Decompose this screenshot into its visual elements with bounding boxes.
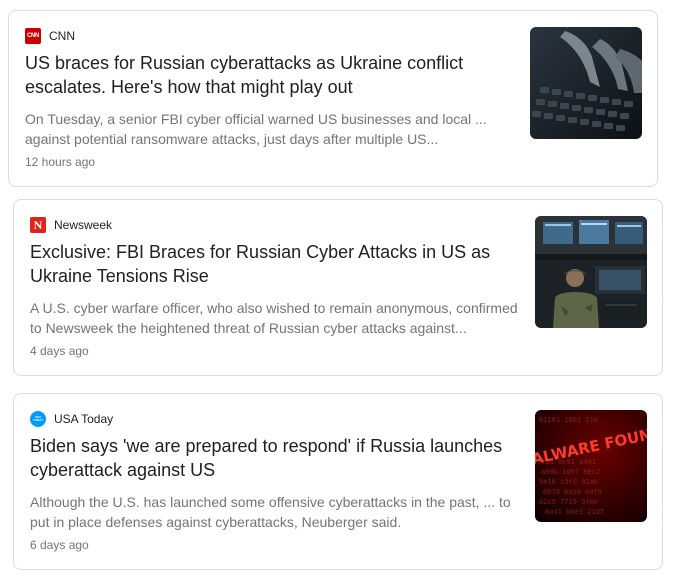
- cnn-logo-icon: CNN: [25, 28, 41, 44]
- cyber-officer-image: [535, 216, 647, 328]
- news-card-cnn[interactable]: CNN CNN US braces for Russian cyberattac…: [8, 10, 658, 187]
- article-snippet: A U.S. cyber warfare officer, who also w…: [30, 298, 518, 338]
- svg-text:a93b 1d07 88c2: a93b 1d07 88c2: [541, 468, 600, 476]
- newsweek-logo-icon: N: [30, 217, 46, 233]
- cnn-logo-text: CNN: [26, 33, 40, 39]
- news-source: USA TODAY USA Today: [30, 411, 113, 427]
- news-source: CNN CNN: [25, 28, 75, 44]
- snippet-line: to Newsweek the heightened threat of Rus…: [30, 320, 467, 336]
- news-card-usa-today[interactable]: USA TODAY USA Today Biden says 'we are p…: [13, 393, 663, 570]
- article-snippet: On Tuesday, a senior FBI cyber official …: [25, 109, 487, 149]
- source-name: USA Today: [54, 412, 114, 426]
- source-name: Newsweek: [54, 218, 113, 232]
- article-timestamp: 12 hours ago: [25, 155, 96, 169]
- svg-text:8a41 b6e3 21d7: 8a41 b6e3 21d7: [545, 508, 604, 516]
- article-snippet: Although the U.S. has launched some offe…: [30, 492, 511, 532]
- headline-line: Exclusive: FBI Braces for Russian Cyber …: [30, 242, 491, 262]
- headline-line: cyberattack against US: [30, 460, 216, 480]
- headline-line: US braces for Russian cyberattacks as Uk…: [25, 53, 464, 73]
- snippet-line: On Tuesday, a senior FBI cyber official …: [25, 111, 487, 127]
- article-thumbnail[interactable]: 01101 1001 110 7f2a 0c91 44e1 a93b 1d07 …: [535, 410, 647, 522]
- svg-text:5e16 c3f0 92ab: 5e16 c3f0 92ab: [539, 478, 598, 486]
- article-timestamp: 6 days ago: [30, 538, 89, 552]
- headline-line: Ukraine Tensions Rise: [30, 266, 209, 286]
- news-source: N Newsweek: [30, 217, 112, 233]
- headline-line: escalates. Here's how that might play ou…: [25, 77, 353, 97]
- snippet-line: put in place defenses against cyberattac…: [30, 514, 402, 530]
- article-thumbnail[interactable]: [535, 216, 647, 328]
- article-headline[interactable]: Exclusive: FBI Braces for Russian Cyber …: [30, 240, 490, 288]
- headline-line: Biden says 'we are prepared to respond' …: [30, 436, 503, 456]
- article-headline[interactable]: US braces for Russian cyberattacks as Uk…: [25, 51, 463, 99]
- article-thumbnail[interactable]: [530, 27, 642, 139]
- svg-text:01101 1001 110: 01101 1001 110: [539, 416, 598, 424]
- snippet-line: against potential ransomware attacks, ju…: [25, 131, 439, 147]
- newsweek-logo-text: N: [33, 217, 43, 232]
- usa-today-logo-text: USA TODAY: [32, 415, 44, 422]
- snippet-line: A U.S. cyber warfare officer, who also w…: [30, 300, 518, 316]
- usa-today-logo-icon: USA TODAY: [30, 411, 46, 427]
- news-card-newsweek[interactable]: N Newsweek Exclusive: FBI Braces for Rus…: [13, 199, 663, 376]
- snippet-line: Although the U.S. has launched some offe…: [30, 494, 511, 510]
- article-timestamp: 4 days ago: [30, 344, 89, 358]
- svg-text:0b7d 6a18 e4f9: 0b7d 6a18 e4f9: [543, 488, 602, 496]
- svg-text:d2c5 7719 3f0e: d2c5 7719 3f0e: [539, 498, 598, 506]
- source-name: CNN: [49, 29, 75, 43]
- keyboard-hands-image: [530, 27, 642, 139]
- malware-found-image: 01101 1001 110 7f2a 0c91 44e1 a93b 1d07 …: [535, 410, 647, 522]
- article-headline[interactable]: Biden says 'we are prepared to respond' …: [30, 434, 502, 482]
